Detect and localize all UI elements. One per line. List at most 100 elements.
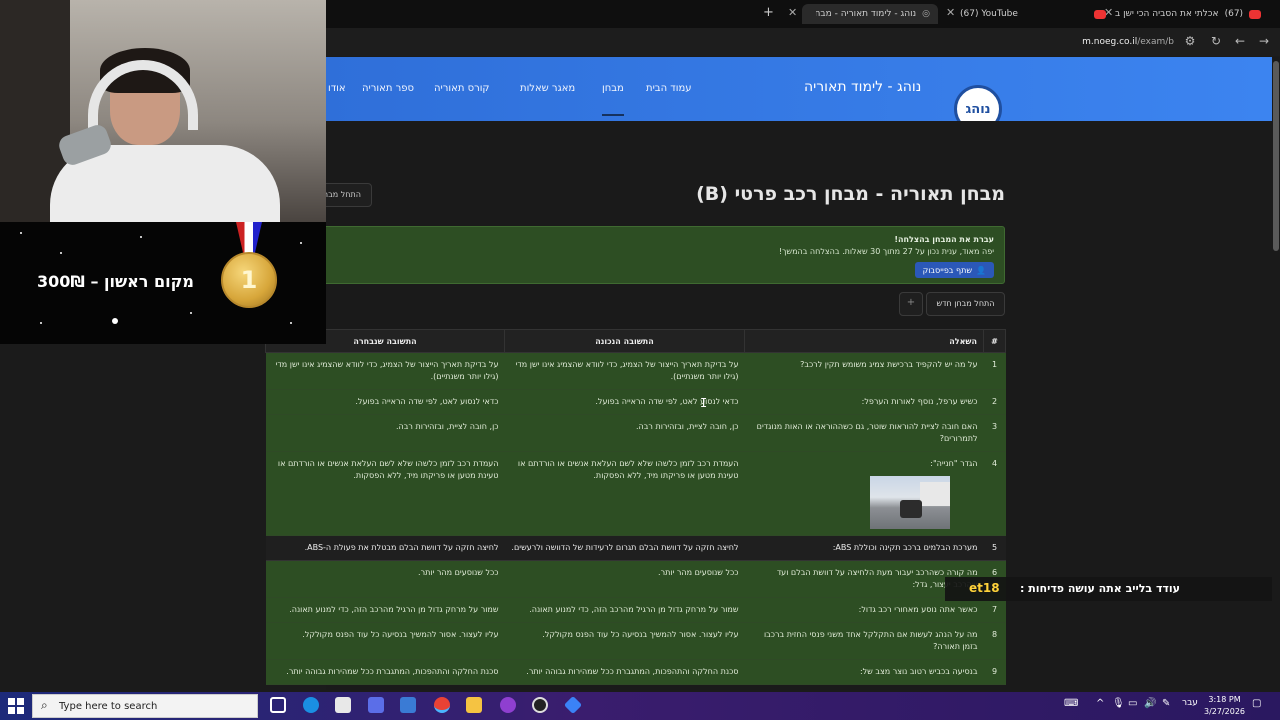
row-number: 3: [983, 414, 1006, 452]
row-correct-answer: שמור על מרחק גדול מן הרגיל מהרכב הזה, כד…: [504, 597, 745, 623]
webcam-overlay: [0, 0, 326, 222]
clock-date: 3/27/2026: [1204, 707, 1246, 716]
windows-taskbar: ⌕ Type here to search ⌨ ^ 🎙 ▭ 🔊 ✎ עבר 3:…: [0, 692, 1280, 720]
tab-video[interactable]: (67) אכלתי את הסביה הכי ישן ב: [1115, 4, 1262, 24]
row-chosen-answer-text: עליו לעצור. אסור להמשיך בנסיעה כל עוד הפ…: [302, 630, 499, 639]
nav-exam[interactable]: מבחן: [602, 83, 624, 116]
tab-label: אכלתי את הסביה הכי ישן ב: [1115, 9, 1219, 19]
store-icon[interactable]: [335, 697, 351, 713]
row-correct-answer-text: שמור על מרחק גדול מן הרגיל מהרכב הזה, כד…: [529, 605, 739, 614]
question-image[interactable]: [869, 476, 950, 529]
row-chosen-answer: עליו לעצור. אסור להמשיך בנסיעה כל עוד הפ…: [265, 622, 505, 660]
keyboard-icon[interactable]: ⌨: [1064, 698, 1078, 709]
row-chosen-answer: ככל שנוסעים מהר יותר.: [265, 560, 505, 598]
nav-theory-book[interactable]: ספר תאוריה: [362, 83, 414, 94]
row-question-text: מה על הנהג לעשות אם התקלקל אחד משני פנסי…: [763, 630, 978, 651]
taskbar-clock[interactable]: 3:18 PM 3/27/2026: [1204, 694, 1245, 718]
site-settings-icon[interactable]: ⚙: [1182, 34, 1198, 48]
discord-icon[interactable]: [500, 697, 516, 713]
url-domain: m.noeg.co.il: [1082, 37, 1138, 47]
app-icon[interactable]: [400, 697, 416, 713]
row-number-text: 4: [991, 459, 998, 468]
tab-noeg[interactable]: ◎ נוהג - לימוד תאוריה - מבחן תאו: [802, 4, 938, 24]
row-number-text: 1: [991, 360, 998, 369]
row-correct-answer-text: ככל שנוסעים מהר יותר.: [658, 568, 739, 577]
notifications-icon[interactable]: ▢: [1252, 698, 1261, 709]
app-diamond-icon[interactable]: [563, 695, 583, 715]
obs-icon[interactable]: [532, 697, 548, 713]
row-number-text: 6: [991, 568, 998, 577]
tab-close-icon[interactable]: ✕: [946, 6, 955, 19]
row-chosen-answer-text: כדאי לנסוע לאט, לפי שדה הראייה בפועל.: [355, 397, 499, 406]
new-tab-icon[interactable]: +: [763, 5, 774, 20]
row-question-text: בנסיעה בכביש רטוב נוצר מצב של:: [859, 667, 978, 676]
new-exam-plus-button[interactable]: +: [899, 292, 923, 316]
medal-ribbon: [236, 222, 262, 256]
row-correct-answer: כן, חובה לציית, ובזהירות רבה.: [504, 414, 745, 452]
row-chosen-answer-text: על בדיקת תאריך הייצור של הצמיג, כדי לווד…: [275, 360, 499, 381]
back-icon[interactable]: →: [1256, 34, 1272, 48]
header-number: #: [983, 329, 1006, 353]
header-correct-answer: התשובה הנכונה: [504, 329, 745, 353]
row-chosen-answer-text: שמור על מרחק גדול מן הרגיל מהרכב הזה, כד…: [289, 605, 499, 614]
stream-ticker: עודד בלייב אתה עושה פדיחות : et18: [945, 577, 1280, 601]
youtube-icon: [1093, 9, 1106, 19]
row-number: 2: [983, 389, 1006, 415]
search-placeholder: Type here to search: [59, 701, 158, 712]
page-scrollbar[interactable]: [1272, 57, 1280, 690]
row-question-text: כשיש ערפל, נוסף לאורות הערפל:: [861, 397, 978, 406]
url-field[interactable]: m.noeg.co.il/exam/b: [1082, 37, 1174, 47]
copilot-icon[interactable]: [368, 697, 384, 713]
table-row: 2 כשיש ערפל, נוסף לאורות הערפל: כדאי לנסוע…: [265, 389, 1006, 415]
row-number: 9: [983, 659, 1006, 685]
nav-theory-course[interactable]: קורס תאוריה: [434, 83, 490, 94]
table-row: 3 האם חובה לציית להוראות שוטר, גם כשההורא…: [265, 414, 1006, 452]
tab-close-icon[interactable]: ✕: [788, 6, 797, 19]
tab-youtube[interactable]: (67) YouTube: [960, 4, 1106, 24]
chrome-icon[interactable]: [434, 697, 450, 713]
url-path: /exam/b: [1137, 37, 1174, 47]
nav-question-bank[interactable]: מאגר שאלות: [520, 83, 575, 94]
row-question: מה על הנהג לעשות אם התקלקל אחד משני פנסי…: [744, 622, 984, 660]
language-indicator[interactable]: עבר: [1182, 698, 1198, 708]
row-chosen-answer-text: ככל שנוסעים מהר יותר.: [418, 568, 499, 577]
microphone-tray-icon[interactable]: 🎙: [1112, 698, 1125, 709]
row-question-text: האם חובה לציית להוראות שוטר, גם כשההוראה…: [756, 422, 978, 443]
tab-prefix: (67): [1224, 9, 1244, 19]
row-question: בנסיעה בכביש רטוב נוצר מצב של:: [744, 659, 984, 685]
file-explorer-icon[interactable]: [466, 697, 482, 713]
row-question: הגדר "חנייה":: [744, 451, 984, 536]
nav-about[interactable]: אודו: [328, 83, 346, 94]
taskbar-search[interactable]: ⌕ Type here to search: [32, 694, 258, 718]
row-number-text: 3: [991, 422, 998, 431]
row-chosen-answer-text: סכנת החלקה והתהפכות, המתגברת ככל שמהירות…: [286, 667, 499, 676]
scrollbar-thumb[interactable]: [1273, 61, 1279, 251]
row-chosen-answer: שמור על מרחק גדול מן הרגיל מהרכב הזה, כד…: [265, 597, 505, 623]
forward-icon[interactable]: ←: [1232, 34, 1248, 48]
facebook-share-button[interactable]: 👤 שתף בפייסבוק: [914, 262, 994, 278]
row-question: האם חובה לציית להוראות שוטר, גם כשההוראה…: [744, 414, 984, 452]
new-exam-button[interactable]: התחל מבחן חדש: [926, 292, 1005, 316]
volume-icon[interactable]: 🔊: [1144, 698, 1156, 709]
brand-title[interactable]: נוהג - לימוד תאוריה: [804, 79, 921, 95]
row-chosen-answer-text: כן, חובה לציית, ובזהירות רבה.: [395, 422, 499, 431]
reload-icon[interactable]: ↻: [1208, 34, 1224, 48]
text-cursor-icon: I: [700, 396, 708, 410]
network-icon[interactable]: ▭: [1128, 698, 1137, 709]
nav-home[interactable]: עמוד הבית: [646, 83, 692, 94]
prize-text: מקום ראשון – 300₪: [37, 272, 194, 291]
edge-icon[interactable]: [303, 697, 319, 713]
row-correct-answer: על בדיקת תאריך הייצור של הצמיג, כדי לווד…: [504, 352, 745, 390]
clock-time: 3:18 PM: [1208, 695, 1241, 704]
row-question-text: כאשר אתה נוסע מאחורי רכב גדול:: [858, 605, 978, 614]
row-correct-answer: סכנת החלקה והתהפכות, המתגברת ככל שמהירות…: [504, 659, 745, 685]
tab-label: (67) YouTube: [960, 9, 1018, 19]
tray-chevron-icon[interactable]: ^: [1096, 698, 1104, 709]
row-correct-answer-text: כדאי לנסוע לאט, לפי שדה הראייה בפועל.: [595, 397, 739, 406]
task-view-icon[interactable]: [270, 697, 286, 713]
row-chosen-answer: העמדת רכב לזמן כלשהו שלא לשם העלאת אנשים…: [265, 451, 505, 536]
pen-icon[interactable]: ✎: [1162, 698, 1170, 709]
row-correct-answer: לחיצה חזקה על דוושת הבלם תגרום לרעידות ש…: [504, 535, 745, 561]
row-number-text: 5: [991, 543, 998, 552]
windows-start-icon[interactable]: [8, 698, 24, 714]
